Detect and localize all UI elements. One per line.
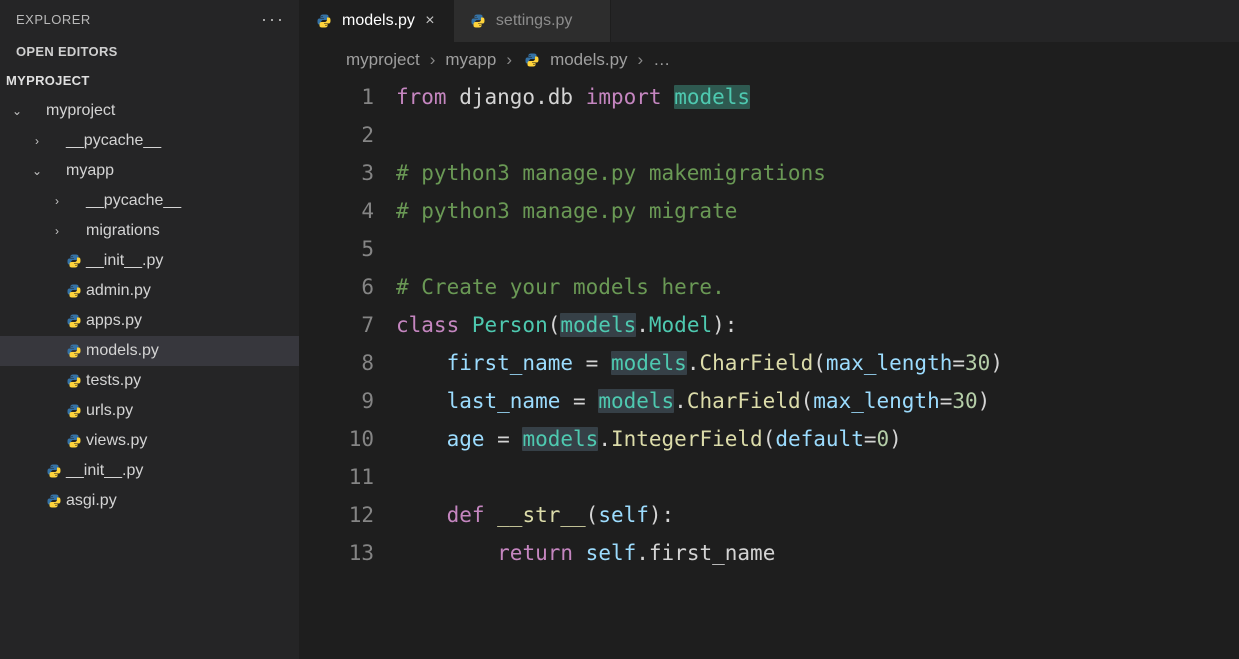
- tree-folder[interactable]: › __pycache__: [0, 126, 299, 156]
- tree-file[interactable]: __init__.py: [0, 246, 299, 276]
- code-line: [396, 230, 1239, 268]
- code-line: first_name = models.CharField(max_length…: [396, 344, 1239, 382]
- python-file-icon: [44, 463, 64, 479]
- tree-folder[interactable]: › __pycache__: [0, 186, 299, 216]
- explorer-title: EXPLORER: [16, 12, 91, 27]
- tree-item-label: myproject: [46, 102, 115, 120]
- python-file-icon: [64, 433, 84, 449]
- breadcrumb-separator-icon: ›: [638, 50, 644, 70]
- line-number-gutter: 12345678910111213: [300, 78, 396, 659]
- code-line: [396, 116, 1239, 154]
- explorer-header: EXPLORER ···: [0, 0, 299, 36]
- tree-item-label: apps.py: [86, 312, 142, 330]
- python-file-icon: [64, 403, 84, 419]
- python-file-icon: [314, 13, 334, 29]
- tree-file[interactable]: __init__.py: [0, 456, 299, 486]
- line-number: 12: [300, 496, 374, 534]
- tree-file[interactable]: admin.py: [0, 276, 299, 306]
- code-line: age = models.IntegerField(default=0): [396, 420, 1239, 458]
- tree-file[interactable]: urls.py: [0, 396, 299, 426]
- tree-item-label: models.py: [86, 342, 159, 360]
- code-line: # python3 manage.py migrate: [396, 192, 1239, 230]
- breadcrumb-label: myapp: [445, 50, 496, 70]
- tree-file[interactable]: apps.py: [0, 306, 299, 336]
- line-number: 11: [300, 458, 374, 496]
- breadcrumb-separator-icon: ›: [430, 50, 436, 70]
- tree-item-label: __pycache__: [86, 192, 181, 210]
- python-file-icon: [44, 493, 64, 509]
- breadcrumb-separator-icon: ›: [506, 50, 512, 70]
- code-line: return self.first_name: [396, 534, 1239, 572]
- breadcrumb-overflow-icon[interactable]: …: [653, 50, 670, 70]
- python-file-icon: [64, 283, 84, 299]
- tree-file[interactable]: models.py: [0, 336, 299, 366]
- python-file-icon: [64, 253, 84, 269]
- code-editor[interactable]: 12345678910111213 from django.db import …: [300, 78, 1239, 659]
- python-file-icon: [468, 13, 488, 29]
- breadcrumb-item[interactable]: myproject: [346, 50, 420, 70]
- tree-folder[interactable]: ⌄ myproject: [0, 96, 299, 126]
- editor-tab[interactable]: models.py ×: [300, 0, 454, 42]
- tree-item-label: migrations: [86, 222, 160, 240]
- tree-item-label: myapp: [66, 162, 114, 180]
- line-number: 13: [300, 534, 374, 572]
- tree-item-label: admin.py: [86, 282, 151, 300]
- tree-item-label: __init__.py: [66, 462, 143, 480]
- open-editors-section[interactable]: OPEN EDITORS: [0, 36, 299, 67]
- editor-tab[interactable]: settings.py×: [454, 0, 611, 42]
- line-number: 9: [300, 382, 374, 420]
- line-number: 7: [300, 306, 374, 344]
- line-number: 10: [300, 420, 374, 458]
- explorer-sidebar: EXPLORER ··· OPEN EDITORS MYPROJECT ⌄ myp…: [0, 0, 300, 659]
- tree-folder[interactable]: ⌄ myapp: [0, 156, 299, 186]
- project-root-label[interactable]: MYPROJECT: [0, 67, 299, 96]
- tab-label: settings.py: [496, 12, 572, 30]
- breadcrumb-item[interactable]: models.py: [522, 50, 627, 70]
- chevron-down-icon[interactable]: ⌄: [30, 164, 44, 178]
- line-number: 5: [300, 230, 374, 268]
- tree-item-label: __pycache__: [66, 132, 161, 150]
- line-number: 3: [300, 154, 374, 192]
- chevron-right-icon[interactable]: ›: [50, 194, 64, 208]
- tree-file[interactable]: asgi.py: [0, 486, 299, 516]
- code-line: from django.db import models: [396, 78, 1239, 116]
- editor-area: models.py×settings.py× myproject›myapp›m…: [300, 0, 1239, 659]
- tree-folder[interactable]: › migrations: [0, 216, 299, 246]
- tree-file[interactable]: tests.py: [0, 366, 299, 396]
- python-file-icon: [64, 373, 84, 389]
- tree-item-label: __init__.py: [86, 252, 163, 270]
- chevron-right-icon[interactable]: ›: [30, 134, 44, 148]
- line-number: 2: [300, 116, 374, 154]
- chevron-down-icon[interactable]: ⌄: [10, 104, 24, 118]
- tab-label: models.py: [342, 12, 415, 30]
- tree-item-label: asgi.py: [66, 492, 117, 510]
- tree-item-label: views.py: [86, 432, 147, 450]
- python-file-icon: [64, 343, 84, 359]
- breadcrumbs: myproject › myapp › models.py › …: [300, 42, 1239, 78]
- python-file-icon: [64, 313, 84, 329]
- code-line: # python3 manage.py makemigrations: [396, 154, 1239, 192]
- line-number: 4: [300, 192, 374, 230]
- line-number: 1: [300, 78, 374, 116]
- code-line: [396, 458, 1239, 496]
- tree-item-label: tests.py: [86, 372, 141, 390]
- python-file-icon: [522, 52, 542, 68]
- line-number: 8: [300, 344, 374, 382]
- explorer-more-icon[interactable]: ···: [261, 10, 285, 28]
- breadcrumb-item[interactable]: myapp: [445, 50, 496, 70]
- line-number: 6: [300, 268, 374, 306]
- code-line: last_name = models.CharField(max_length=…: [396, 382, 1239, 420]
- close-icon[interactable]: ×: [421, 12, 439, 30]
- tree-item-label: urls.py: [86, 402, 133, 420]
- tree-file[interactable]: views.py: [0, 426, 299, 456]
- code-line: class Person(models.Model):: [396, 306, 1239, 344]
- code-line: def __str__(self):: [396, 496, 1239, 534]
- code-line: # Create your models here.: [396, 268, 1239, 306]
- breadcrumb-label: myproject: [346, 50, 420, 70]
- editor-tabs: models.py × settings.py×: [300, 0, 1239, 42]
- file-tree: ⌄myproject›__pycache__⌄myapp›__pycache__…: [0, 96, 299, 516]
- breadcrumb-label: models.py: [550, 50, 627, 70]
- chevron-right-icon[interactable]: ›: [50, 224, 64, 238]
- code-content[interactable]: from django.db import models # python3 ma…: [396, 78, 1239, 659]
